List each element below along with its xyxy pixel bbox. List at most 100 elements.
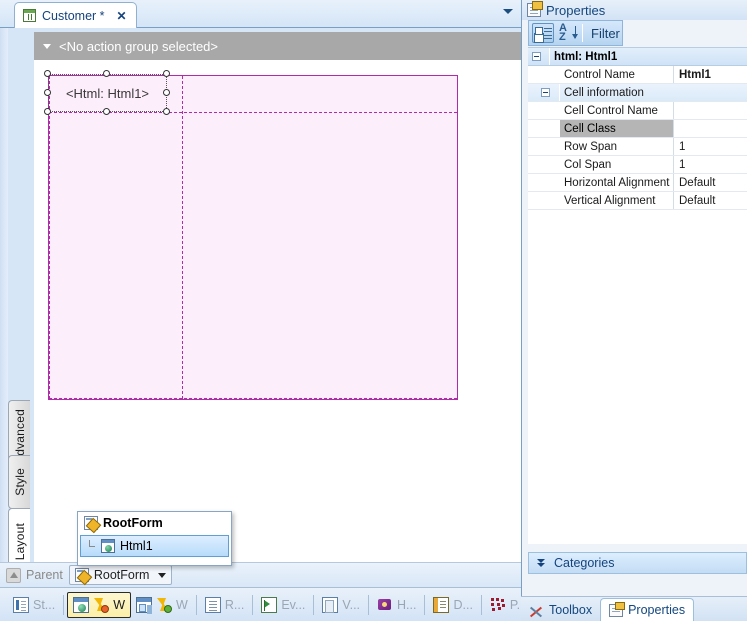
tree-elbow-icon: [87, 539, 96, 553]
table-row[interactable]: Row Span 1: [528, 138, 747, 156]
side-tab-style-label: Style: [12, 468, 27, 496]
table-row[interactable]: Vertical Alignment Default: [528, 192, 747, 210]
parent-combobox-value: RootForm: [93, 568, 150, 582]
properties-icon: [527, 1, 543, 17]
variables-icon: [322, 596, 339, 613]
resize-handle-s[interactable]: [103, 108, 110, 115]
document-tab-customer[interactable]: Customer * ✕: [14, 2, 137, 28]
dock-tab-properties[interactable]: Properties: [600, 598, 695, 621]
collapse-icon[interactable]: [532, 52, 541, 61]
action-group-label: <No action group selected>: [59, 38, 218, 54]
resize-handle-n[interactable]: [103, 70, 110, 77]
property-value-cell-class[interactable]: [674, 120, 747, 137]
tree-node-html1[interactable]: Html1: [80, 535, 229, 557]
property-grid-header-label: html: Html1: [554, 50, 618, 63]
table-row-selected[interactable]: Cell Class: [528, 120, 747, 138]
table-row[interactable]: Col Span 1: [528, 156, 747, 174]
parent-combobox[interactable]: RootForm: [68, 565, 173, 585]
resize-handle-sw[interactable]: [44, 108, 51, 115]
table-bottom-guide: [49, 398, 457, 399]
taskbar-item-structure-label: St...: [33, 597, 56, 612]
properties-pane-header: Properties: [522, 0, 747, 20]
form-icon: [74, 568, 89, 582]
sort-alphabetical-icon[interactable]: AZ: [558, 23, 578, 43]
side-tab-style[interactable]: Style: [8, 455, 30, 509]
taskbar-item-variables-label: V...: [342, 597, 361, 612]
taskbar-item-documentation[interactable]: D...: [428, 592, 477, 618]
resize-handle-e[interactable]: [163, 89, 170, 96]
property-expander-gutter: [528, 84, 560, 101]
taskbar-item-webform-label: W: [113, 597, 126, 612]
table-row[interactable]: Horizontal Alignment Default: [528, 174, 747, 192]
table-row[interactable]: Cell Control Name: [528, 102, 747, 120]
properties-pane-title: Properties: [546, 2, 606, 18]
taskbar-separator: [313, 594, 315, 615]
table-row[interactable]: Control Name Html1: [528, 66, 747, 84]
resize-handle-se[interactable]: [163, 108, 170, 115]
property-grid-header-row[interactable]: html: Html1: [528, 48, 747, 66]
design-canvas[interactable]: <Html: Html1>: [34, 60, 521, 572]
property-category-cell-information[interactable]: Cell information: [528, 84, 747, 102]
tree-node-rootform-label: RootForm: [103, 516, 163, 530]
chevron-down-icon[interactable]: [503, 9, 513, 14]
table-row-divider: [49, 112, 457, 113]
dock-tab-toolbox[interactable]: Toolbox: [521, 598, 600, 621]
properties-toolbar: AZ Filter: [528, 20, 623, 46]
categorized-view-icon[interactable]: [532, 23, 554, 43]
property-gutter: [528, 192, 560, 209]
html-control-label: <Html: Html1>: [65, 85, 150, 101]
resize-handle-ne[interactable]: [163, 70, 170, 77]
taskbar-item-events[interactable]: Ev...: [256, 592, 310, 618]
property-name-horizontal-alignment: Horizontal Alignment: [560, 174, 674, 191]
property-value-control-name[interactable]: Html1: [674, 66, 747, 83]
property-value-vertical-alignment[interactable]: Default: [674, 192, 747, 209]
taskbar-item-events-label: Ev...: [281, 597, 306, 612]
property-value-horizontal-alignment[interactable]: Default: [674, 174, 747, 191]
tree-node-html1-label: Html1: [120, 539, 153, 553]
documentation-icon: [433, 596, 450, 613]
categories-label: Categories: [554, 556, 615, 570]
categories-collapse-bar[interactable]: Categories: [528, 552, 747, 574]
resize-handle-w[interactable]: [44, 89, 51, 96]
tree-node-rootform[interactable]: RootForm: [78, 512, 231, 534]
property-value-row-span[interactable]: 1: [674, 138, 747, 155]
taskbar-item-report[interactable]: R...: [200, 592, 249, 618]
resize-handle-nw[interactable]: [44, 70, 51, 77]
action-group-bar[interactable]: <No action group selected>: [34, 32, 521, 60]
filter-button[interactable]: Filter: [587, 26, 620, 41]
property-value-col-span[interactable]: 1: [674, 156, 747, 173]
web-form-bolt-red-icon: [93, 597, 110, 613]
web-form-bolt-green-icon: [156, 597, 173, 613]
property-category-label: Cell information: [564, 86, 644, 99]
control-tree-popup[interactable]: RootForm Html1: [77, 511, 232, 566]
taskbar-separator: [63, 594, 65, 615]
parent-button[interactable]: Parent: [6, 567, 63, 583]
web-form-list-icon: [136, 596, 153, 613]
html-control-selected[interactable]: <Html: Html1>: [48, 74, 167, 112]
taskbar-item-webform2[interactable]: W: [131, 592, 193, 618]
dock-tab-properties-label: Properties: [628, 603, 686, 617]
property-name-cell-class: Cell Class: [560, 120, 674, 137]
document-tabstrip: Customer * ✕: [0, 0, 521, 28]
taskbar-item-structure[interactable]: St...: [8, 592, 60, 618]
close-icon[interactable]: ✕: [117, 9, 127, 23]
web-form-icon: [73, 596, 90, 613]
double-chevron-down-icon: [537, 558, 546, 569]
property-gutter: [528, 120, 560, 137]
taskbar-separator: [195, 594, 197, 615]
property-value-cell-control-name[interactable]: [674, 102, 747, 119]
taskbar-item-webform-active[interactable]: W: [67, 591, 132, 618]
taskbar-item-help[interactable]: H...: [372, 592, 421, 618]
taskbar-item-variables[interactable]: V...: [317, 592, 365, 618]
grid-document-icon: [23, 9, 36, 22]
property-gutter: [528, 174, 560, 191]
patterns-icon: [490, 597, 506, 613]
html-layout-table[interactable]: [48, 75, 458, 400]
side-tab-rail: [0, 28, 8, 572]
property-gutter: [528, 138, 560, 155]
collapse-icon[interactable]: [541, 88, 550, 97]
taskbar-item-help-label: H...: [397, 597, 417, 612]
property-gutter: [528, 102, 560, 119]
property-grid[interactable]: html: Html1 Control Name Html1 Cell info…: [528, 47, 747, 544]
bottom-taskbar: St... W W R... Ev... V... H... D... P...: [0, 587, 537, 621]
